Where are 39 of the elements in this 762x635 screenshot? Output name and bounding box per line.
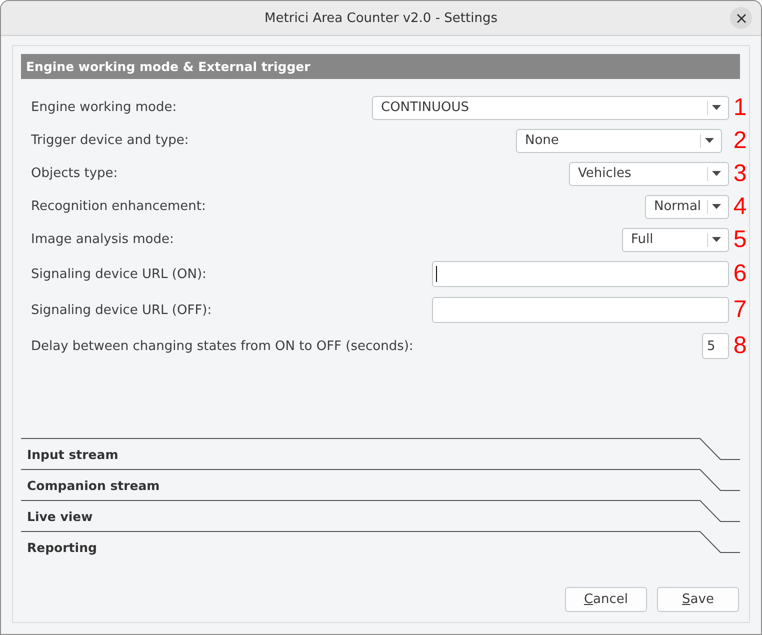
section-header[interactable]: Live view — [21, 500, 740, 531]
dialog-button[interactable]: Cancel — [565, 587, 647, 612]
dropdown[interactable]: None — [516, 128, 722, 152]
annotation-number: 1 — [732, 94, 748, 120]
caret-icon — [712, 237, 721, 242]
dropdown[interactable]: Vehicles — [569, 162, 729, 186]
caret-icon — [712, 171, 721, 176]
input-field[interactable]: 5 — [702, 333, 729, 359]
window-title: Metrici Area Counter v2.0 - Settings — [264, 10, 498, 26]
dropdown[interactable]: CONTINUOUS — [372, 96, 729, 120]
close-button[interactable] — [730, 7, 752, 29]
section-header[interactable]: Companion stream — [21, 469, 740, 500]
dialog-button[interactable]: Save — [657, 587, 739, 612]
input-field[interactable] — [432, 261, 729, 287]
annotation-number: 6 — [732, 261, 748, 287]
section-header[interactable]: Input stream — [21, 438, 740, 469]
field-label: Trigger device and type: — [31, 133, 190, 148]
annotation-number: 3 — [732, 160, 748, 186]
caret-icon — [705, 138, 714, 143]
section-header[interactable]: Reporting — [21, 531, 740, 562]
annotation-number: 4 — [732, 194, 748, 220]
annotation-number: 8 — [732, 333, 748, 359]
field-label: Objects type: — [31, 166, 119, 181]
close-icon — [736, 14, 746, 22]
dropdown[interactable]: Full — [622, 228, 729, 252]
section-header[interactable]: Engine working mode & External trigger — [21, 54, 740, 79]
caret-icon — [712, 105, 721, 110]
annotation-number: 5 — [732, 226, 748, 252]
input-field[interactable] — [432, 297, 729, 323]
annotation-number: 7 — [732, 297, 748, 323]
dropdown[interactable]: Normal — [645, 194, 729, 218]
field-label: Delay between changing states from ON to OFF (seconds): — [31, 338, 414, 354]
field-label: Image analysis mode: — [31, 232, 175, 247]
caret-icon — [712, 204, 721, 209]
field-label: Signaling device URL (ON): — [31, 266, 208, 282]
annotation-number: 2 — [732, 128, 748, 154]
field-label: Engine working mode: — [31, 100, 178, 115]
field-label: Signaling device URL (OFF): — [31, 302, 213, 318]
field-label: Recognition enhancement: — [31, 199, 207, 214]
